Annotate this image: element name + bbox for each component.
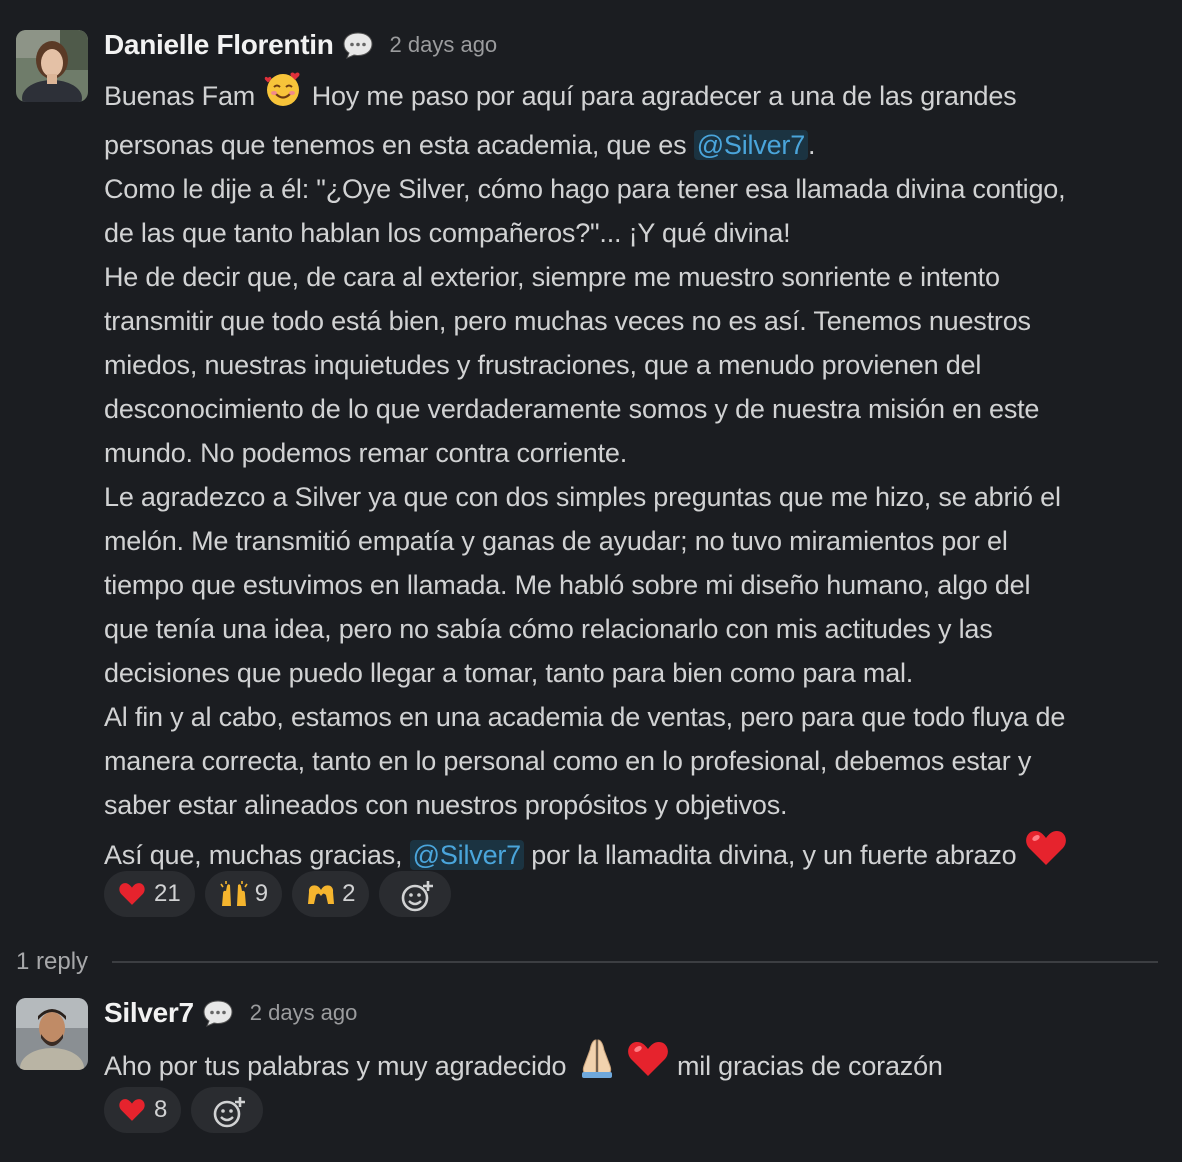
- author-name[interactable]: Danielle Florentin: [104, 29, 334, 61]
- add-emoji-icon: [401, 880, 434, 912]
- text-line: que tenía una idea, pero no sabía cómo r…: [104, 614, 993, 644]
- smiling-face-with-hearts-icon: [262, 68, 304, 123]
- text-line: mundo. No podemos remar contra corriente…: [104, 438, 628, 468]
- text-line: personas que tenemos en esta academia, q…: [104, 123, 1172, 167]
- text-line: manera correcta, tanto en lo personal co…: [104, 746, 1032, 776]
- user-mention[interactable]: @Silver7: [693, 130, 809, 160]
- reaction-bar: 8: [104, 1087, 264, 1133]
- reaction-count: 8: [154, 1096, 168, 1123]
- reaction-count: 2: [342, 880, 356, 907]
- text-span: por la llamadita divina, y un fuerte abr…: [524, 840, 1024, 870]
- raised-hands-icon: [219, 880, 248, 908]
- text-line: tiempo que estuvimos en llamada. Me habl…: [104, 570, 1031, 600]
- author-name[interactable]: Silver7: [104, 997, 194, 1029]
- speech-bubble-icon: [202, 999, 234, 1027]
- text-line: Le agradezco a Silver ya que con dos sim…: [104, 482, 1061, 512]
- text-line: Al fin y al cabo, estamos en una academi…: [104, 702, 1066, 732]
- avatar[interactable]: [16, 30, 88, 102]
- add-emoji-icon: [213, 1096, 246, 1128]
- text-line: saber estar alineados con nuestros propó…: [104, 790, 788, 820]
- reaction-heart-hands[interactable]: 2: [292, 871, 370, 917]
- reply-count[interactable]: 1 reply: [16, 948, 88, 976]
- text-line: de las que tanto hablan los compañeros?"…: [104, 218, 791, 248]
- add-reaction-button[interactable]: [191, 1087, 264, 1133]
- text-span: Aho por tus palabras y muy agradecido: [104, 1051, 574, 1081]
- text-span: mil gracias de corazón: [669, 1051, 943, 1081]
- text-line: decisiones que puedo llegar a tomar, tan…: [104, 658, 914, 688]
- message-body: Buenas Fam Hoy me paso por aquí para agr…: [104, 68, 1172, 882]
- text-span: .: [808, 130, 816, 160]
- text-line: Buenas Fam Hoy me paso por aquí para agr…: [104, 68, 1172, 123]
- divider-line: [112, 961, 1158, 963]
- avatar[interactable]: [16, 998, 88, 1070]
- timestamp[interactable]: 2 days ago: [250, 1000, 358, 1026]
- user-mention[interactable]: @Silver7: [409, 840, 524, 870]
- text-span: Buenas Fam: [104, 81, 263, 111]
- heart-icon: [118, 880, 146, 908]
- message-body: Aho por tus palabras y muy agradecido mi…: [104, 1036, 1172, 1093]
- reaction-heart[interactable]: 21: [104, 871, 195, 917]
- avatar-image: [16, 30, 88, 102]
- text-line: miedos, nuestras inquietudes y frustraci…: [104, 350, 982, 380]
- add-reaction-button[interactable]: [379, 871, 452, 917]
- message-header: Danielle Florentin 2 days ago: [104, 27, 497, 63]
- text-span: Así que, muchas gracias,: [104, 840, 410, 870]
- message-header: Silver7 2 days ago: [104, 995, 357, 1031]
- text-line: Aho por tus palabras y muy agradecido mi…: [104, 1036, 1172, 1093]
- folded-hands-icon: [574, 1036, 620, 1093]
- text-line: transmitir que todo está bien, pero much…: [104, 306, 1031, 336]
- replies-divider: 1 reply: [16, 944, 1158, 980]
- heart-icon: [1024, 827, 1068, 882]
- avatar-image: [16, 998, 88, 1070]
- reaction-bar: 21 9 2: [104, 871, 452, 917]
- text-span: Hoy me paso por aquí para agradecer a un…: [304, 81, 1017, 111]
- text-line: He de decir que, de cara al exterior, si…: [104, 262, 1000, 292]
- text-line: Como le dije a él: "¿Oye Silver, cómo ha…: [104, 174, 1066, 204]
- text-line: desconocimiento de lo que verdaderamente…: [104, 394, 1040, 424]
- heart-icon: [118, 1096, 146, 1124]
- speech-bubble-icon: [342, 31, 374, 59]
- reaction-heart[interactable]: 8: [104, 1087, 182, 1133]
- text-span: personas que tenemos en esta academia, q…: [104, 130, 694, 160]
- heart-icon: [626, 1038, 670, 1093]
- heart-hands-icon: [306, 880, 335, 908]
- reaction-count: 9: [254, 880, 269, 907]
- timestamp[interactable]: 2 days ago: [390, 32, 498, 58]
- reaction-count: 21: [154, 880, 181, 907]
- reaction-raised-hands[interactable]: 9: [204, 871, 283, 917]
- text-line: melón. Me transmitió empatía y ganas de …: [104, 526, 1008, 556]
